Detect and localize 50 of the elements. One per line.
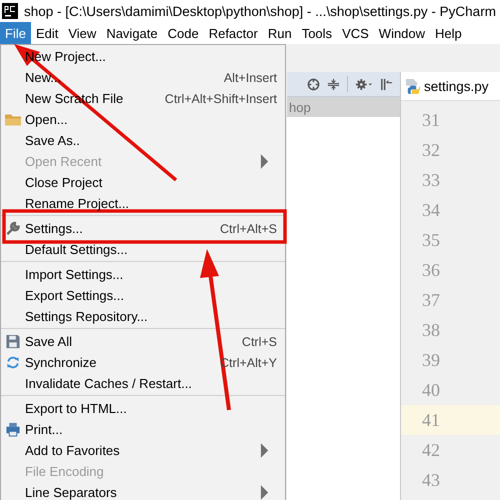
wrench-icon bbox=[5, 221, 21, 236]
save-icon bbox=[5, 334, 21, 349]
menu-entry[interactable]: Rename Project... bbox=[1, 193, 285, 214]
settings-icon[interactable] bbox=[355, 78, 373, 90]
menu-item[interactable]: Refactor bbox=[204, 22, 263, 44]
line-number: 41 bbox=[422, 410, 440, 430]
menu-entry[interactable]: Close Project bbox=[1, 172, 285, 193]
menu-item[interactable]: Navigate bbox=[101, 22, 163, 44]
menu-entry[interactable]: Print... bbox=[1, 419, 285, 440]
line-number: 31 bbox=[422, 110, 440, 130]
menu-item[interactable]: Code bbox=[162, 22, 204, 44]
menu-item[interactable]: View bbox=[63, 22, 102, 44]
menu-item[interactable]: Edit bbox=[30, 22, 64, 44]
menu-entry[interactable]: Settings Repository... bbox=[1, 306, 285, 327]
line-number: 43 bbox=[422, 470, 440, 490]
menu-entry[interactable]: Add to Favorites bbox=[1, 440, 285, 461]
menu-entry[interactable]: Default Settings... bbox=[1, 239, 285, 260]
menu-entry[interactable]: Import Settings... bbox=[1, 264, 285, 285]
python-file-icon bbox=[405, 78, 420, 94]
menu-item[interactable]: Tools bbox=[296, 22, 338, 44]
menu-entry[interactable]: Open... bbox=[1, 109, 285, 130]
line-number: 40 bbox=[422, 380, 440, 400]
menu-entry[interactable]: Export to HTML... bbox=[1, 398, 285, 419]
line-number: 32 bbox=[422, 140, 440, 160]
menu-entry[interactable]: Export Settings... bbox=[1, 285, 285, 306]
window-title: shop - [C:\Users\damimi\Desktop\python\shop] - ...\shop\settings.py - PyCharm bbox=[24, 4, 496, 18]
menu-entry[interactable]: Line Separators bbox=[1, 482, 285, 500]
target-icon[interactable] bbox=[307, 78, 320, 90]
folder-icon bbox=[5, 112, 21, 127]
menu-entry[interactable]: Settings... Ctrl+Alt+S bbox=[1, 218, 285, 239]
sync-icon bbox=[5, 355, 21, 370]
menu-item[interactable]: VCS bbox=[337, 22, 374, 44]
line-number: 33 bbox=[422, 170, 440, 190]
printer-icon bbox=[5, 422, 21, 437]
pin-left-icon[interactable] bbox=[380, 78, 393, 90]
menu-item[interactable]: File bbox=[0, 22, 31, 44]
line-number: 35 bbox=[422, 230, 440, 250]
line-number: 39 bbox=[422, 350, 440, 370]
menu-item[interactable]: Window bbox=[374, 22, 430, 44]
collapse-icon[interactable] bbox=[327, 78, 340, 90]
menu-entry[interactable]: Save As.. bbox=[1, 130, 285, 151]
menu-item[interactable]: Help bbox=[430, 22, 467, 44]
menu-entry[interactable]: Save All Ctrl+S bbox=[1, 331, 285, 352]
line-number: 34 bbox=[422, 200, 440, 220]
line-number: 42 bbox=[422, 440, 440, 460]
line-number: 36 bbox=[422, 260, 440, 280]
menu-item[interactable]: Run bbox=[262, 22, 297, 44]
line-number: 38 bbox=[422, 320, 440, 340]
line-number: 37 bbox=[422, 290, 440, 310]
menu-entry[interactable]: Invalidate Caches / Restart... bbox=[1, 373, 285, 394]
